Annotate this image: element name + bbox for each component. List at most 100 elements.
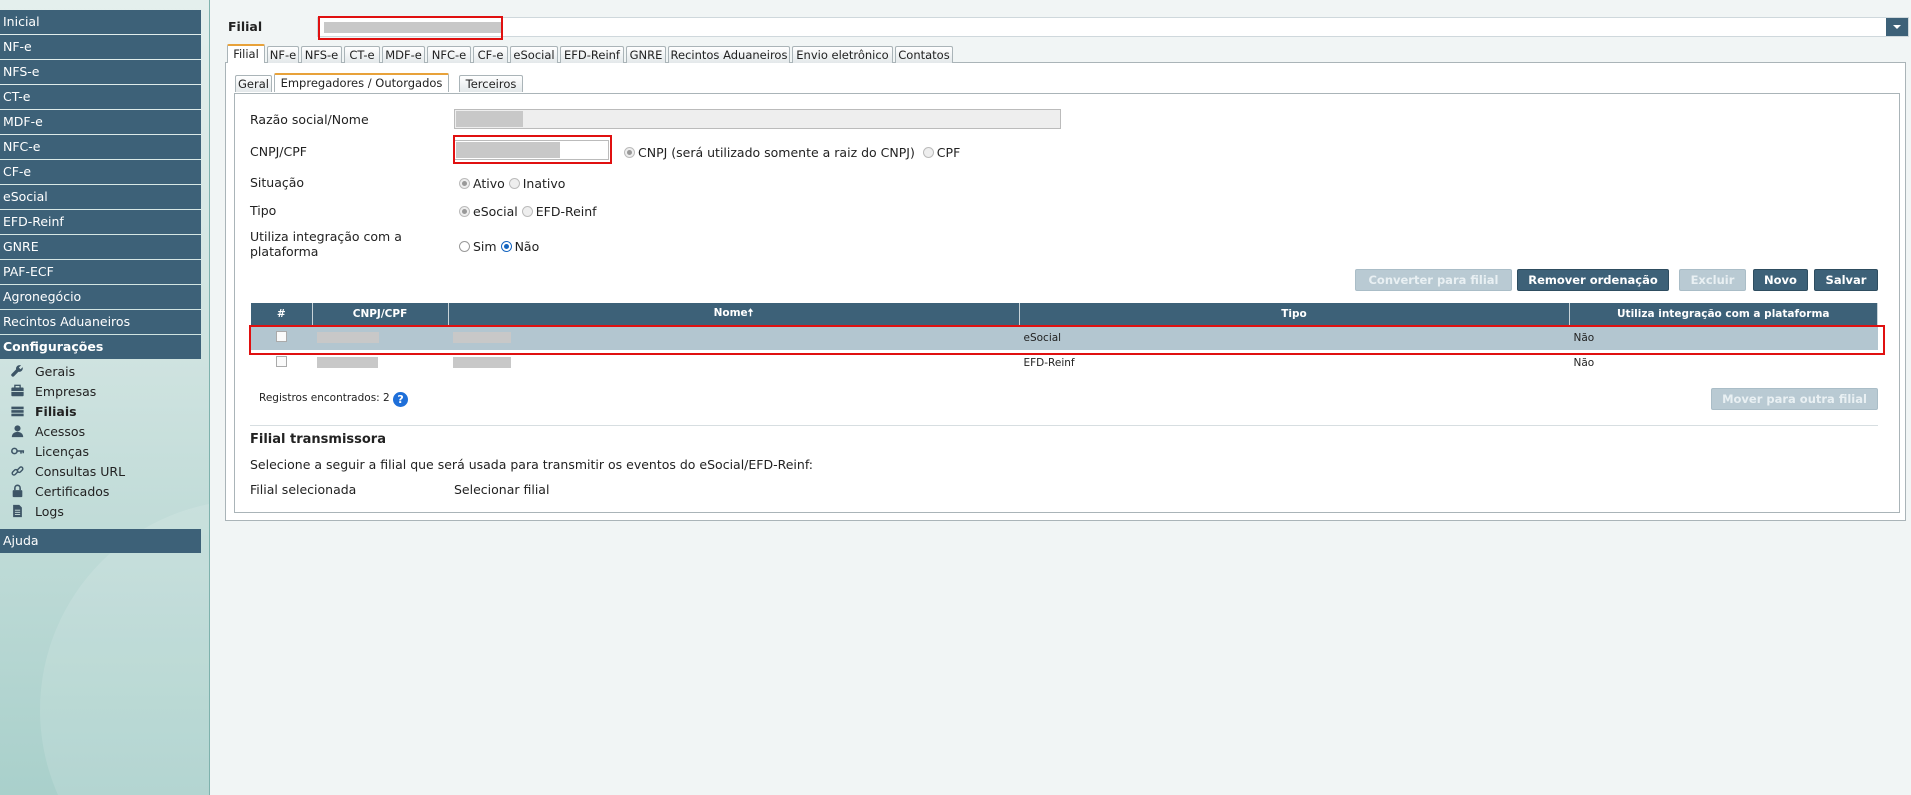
sidebar-item-nfse[interactable]: NFS-e bbox=[0, 60, 201, 84]
tab-nfse[interactable]: NFS-e bbox=[301, 46, 342, 63]
tab-contatos[interactable]: Contatos bbox=[895, 46, 953, 63]
esocial-radio[interactable] bbox=[459, 206, 470, 217]
cpf-radio[interactable] bbox=[922, 147, 934, 158]
esocial-label: eSocial bbox=[473, 204, 518, 219]
sidebar-item-nfce[interactable]: NFC-e bbox=[0, 135, 201, 159]
nao-radio[interactable] bbox=[500, 241, 512, 252]
situacao-label: Situação bbox=[250, 175, 305, 190]
tab-recintos-aduaneiros[interactable]: Recintos Aduaneiros bbox=[668, 46, 790, 63]
sidebar-sub-label: Logs bbox=[35, 504, 64, 519]
sidebar-item-nfe[interactable]: NF-e bbox=[0, 35, 201, 59]
col-integracao[interactable]: Utiliza integração com a plataforma bbox=[1569, 303, 1878, 325]
excluir-button[interactable]: Excluir bbox=[1679, 269, 1746, 291]
mover-filial-button[interactable]: Mover para outra filial bbox=[1711, 388, 1878, 410]
help-icon[interactable]: ? bbox=[393, 392, 409, 407]
sidebar-item-agronegocio[interactable]: Agronegócio bbox=[0, 285, 201, 309]
integracao-label-line2: plataforma bbox=[250, 244, 319, 259]
sidebar-sub-acessos[interactable]: Acessos bbox=[10, 422, 85, 442]
razao-input[interactable] bbox=[454, 109, 1061, 129]
sidebar-sub-certificados[interactable]: Certificados bbox=[10, 482, 109, 502]
tab-mdfe[interactable]: MDF-e bbox=[382, 46, 425, 63]
sim-radio[interactable] bbox=[459, 241, 470, 252]
sidebar-item-recintos[interactable]: Recintos Aduaneiros bbox=[0, 310, 201, 334]
sidebar-item-esocial[interactable]: eSocial bbox=[0, 185, 201, 209]
tab-esocial[interactable]: eSocial bbox=[510, 46, 558, 63]
registros-label: Registros encontrados: 2 bbox=[259, 392, 390, 404]
sidebar-item-configuracoes[interactable]: Configurações bbox=[0, 335, 201, 359]
nome-redacted bbox=[452, 357, 511, 368]
tab-efd-reinf[interactable]: EFD-Reinf bbox=[560, 46, 624, 63]
nao-label: Não bbox=[514, 239, 540, 254]
building-icon bbox=[10, 404, 26, 418]
key-icon bbox=[10, 444, 26, 458]
sidebar-sub-consultas-url[interactable]: Consultas URL bbox=[10, 462, 125, 482]
sidebar-sub-label: Acessos bbox=[35, 424, 86, 439]
remover-ordenacao-button[interactable]: Remover ordenação bbox=[1517, 269, 1669, 291]
sim-label: Sim bbox=[473, 239, 497, 254]
cnpj-radio[interactable] bbox=[624, 147, 635, 158]
cnpj-redacted bbox=[316, 357, 378, 368]
cnpj-type-group: CNPJ (será utilizado somente a raiz do C… bbox=[624, 145, 960, 160]
sidebar-sub-label: Gerais bbox=[35, 364, 76, 379]
col-tipo[interactable]: Tipo bbox=[1019, 303, 1570, 325]
lock-icon bbox=[10, 484, 26, 498]
tab-empregadores[interactable]: Empregadores / Outorgados bbox=[274, 73, 449, 92]
integracao-label: Utiliza integração com a plataforma bbox=[250, 229, 402, 259]
sidebar-sub-label: Empresas bbox=[35, 384, 97, 399]
col-nome[interactable]: Nome🠅 bbox=[448, 303, 1020, 325]
selecionar-filial-link[interactable]: Selecionar filial bbox=[454, 482, 549, 497]
transmissora-desc: Selecione a seguir a filial que será usa… bbox=[250, 457, 813, 472]
tab-geral[interactable]: Geral bbox=[235, 75, 272, 92]
novo-button[interactable]: Novo bbox=[1753, 269, 1808, 291]
cpf-option-label: CPF bbox=[936, 145, 961, 160]
cnpj-option-label: CNPJ (será utilizado somente a raiz do C… bbox=[638, 145, 915, 160]
tab-envio-eletronico[interactable]: Envio eletrônico bbox=[792, 46, 893, 63]
sidebar-item-inicial[interactable]: Inicial bbox=[0, 10, 201, 34]
sidebar: Inicial NF-e NFS-e CT-e MDF-e NFC-e CF-e… bbox=[0, 0, 210, 795]
sidebar-sub-licencas[interactable]: Licenças bbox=[10, 442, 89, 462]
sidebar-sub-empresas[interactable]: Empresas bbox=[10, 382, 96, 402]
sidebar-sub-gerais[interactable]: Gerais bbox=[10, 362, 75, 382]
tab-cfe[interactable]: CF-e bbox=[473, 46, 508, 63]
filial-select[interactable] bbox=[317, 17, 1909, 37]
wrench-icon bbox=[10, 364, 26, 378]
sidebar-sub-filiais[interactable]: Filiais bbox=[10, 402, 77, 422]
inativo-radio[interactable] bbox=[508, 178, 520, 189]
ativo-radio[interactable] bbox=[459, 178, 470, 189]
document-icon bbox=[10, 504, 26, 518]
integracao-label-line1: Utiliza integração com a bbox=[250, 229, 402, 244]
sidebar-item-paf-ecf[interactable]: PAF-ECF bbox=[0, 260, 201, 284]
filial-selecionada-label: Filial selecionada bbox=[250, 482, 357, 497]
tab-filial[interactable]: Filial bbox=[227, 44, 265, 63]
user-icon bbox=[10, 424, 26, 438]
registros-count: Registros encontrados: 2 ? bbox=[259, 392, 409, 407]
tab-cte[interactable]: CT-e bbox=[344, 46, 380, 63]
efd-reinf-radio[interactable] bbox=[521, 206, 533, 217]
ativo-label: Ativo bbox=[473, 176, 505, 191]
salvar-button[interactable]: Salvar bbox=[1814, 269, 1878, 291]
chevron-down-icon[interactable] bbox=[1886, 18, 1908, 36]
tab-terceiros[interactable]: Terceiros bbox=[459, 75, 523, 92]
sidebar-sub-label: Consultas URL bbox=[35, 464, 126, 479]
tab-nfce[interactable]: NFC-e bbox=[427, 46, 471, 63]
transmissora-title: Filial transmissora bbox=[250, 432, 386, 447]
sidebar-sub-logs[interactable]: Logs bbox=[10, 502, 64, 522]
link-icon bbox=[10, 464, 26, 478]
sidebar-item-gnre[interactable]: GNRE bbox=[0, 235, 201, 259]
sidebar-item-cte[interactable]: CT-e bbox=[0, 85, 201, 109]
tipo-group: eSocial EFD-Reinf bbox=[459, 204, 597, 219]
sidebar-item-cfe[interactable]: CF-e bbox=[0, 160, 201, 184]
row-checkbox[interactable] bbox=[275, 355, 287, 367]
col-nome-label: Nome bbox=[713, 307, 748, 319]
col-cnpj[interactable]: CNPJ/CPF bbox=[312, 303, 449, 325]
tab-nfe[interactable]: NF-e bbox=[267, 46, 299, 63]
converter-button[interactable]: Converter para filial bbox=[1355, 269, 1512, 291]
sidebar-item-ajuda[interactable]: Ajuda bbox=[0, 529, 201, 553]
inativo-label: Inativo bbox=[522, 176, 566, 191]
efd-reinf-label: EFD-Reinf bbox=[535, 204, 597, 219]
sidebar-sub-label: Filiais bbox=[35, 404, 77, 419]
divider bbox=[250, 425, 1878, 426]
sidebar-item-mdfe[interactable]: MDF-e bbox=[0, 110, 201, 134]
tab-gnre[interactable]: GNRE bbox=[626, 46, 666, 63]
sidebar-item-efd-reinf[interactable]: EFD-Reinf bbox=[0, 210, 201, 234]
